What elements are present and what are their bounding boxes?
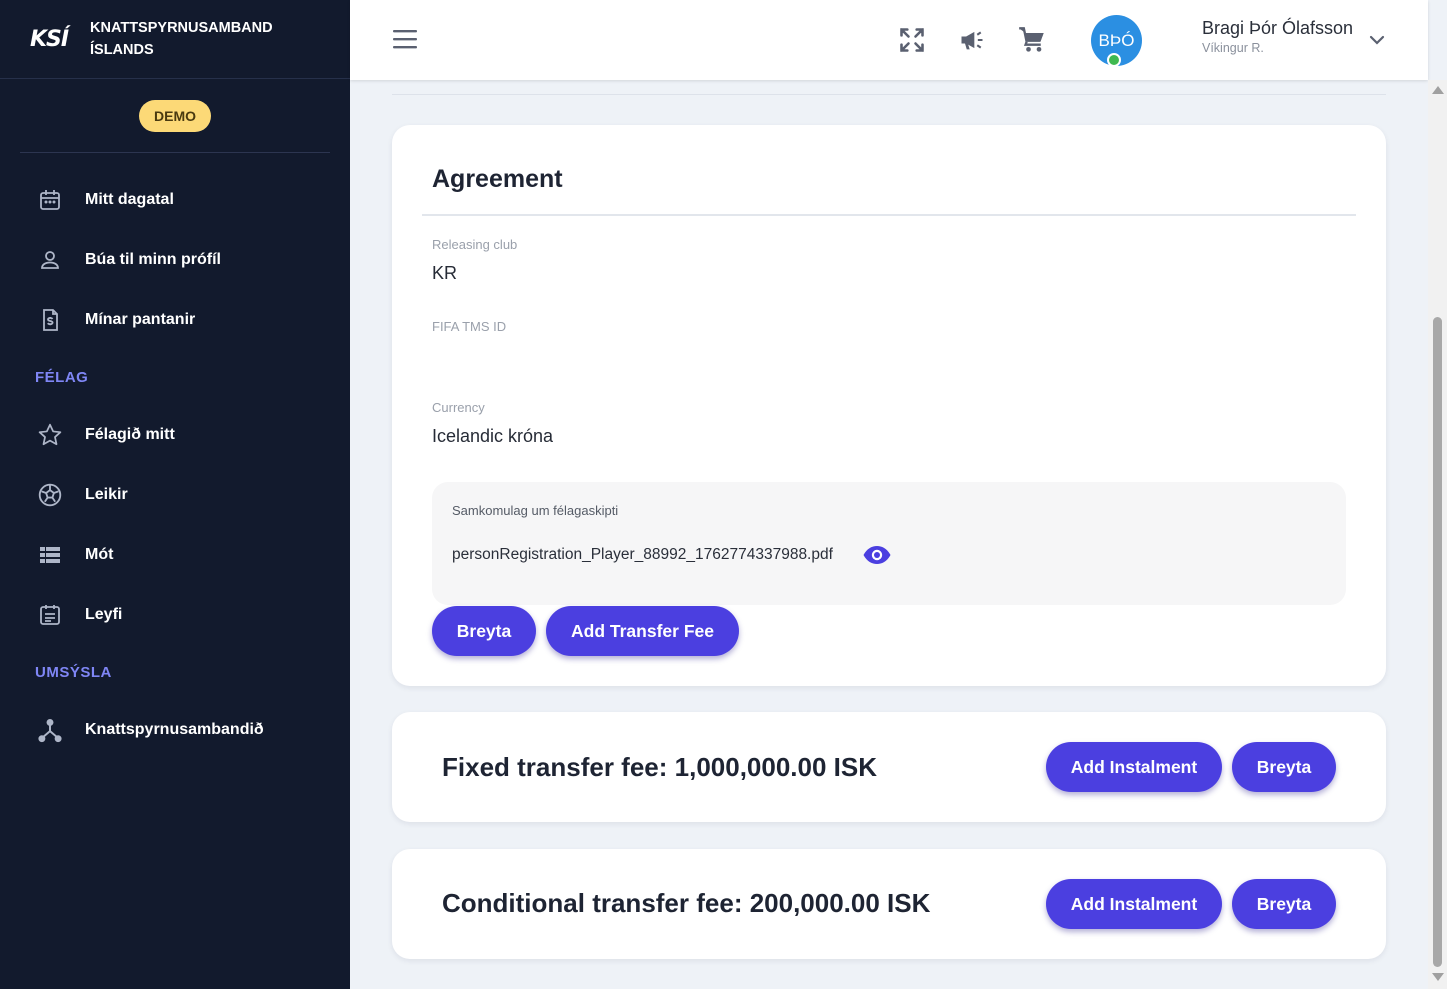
add-instalment-button[interactable]: Add Instalment (1046, 742, 1222, 792)
edit-fixed-fee-button[interactable]: Breyta (1232, 742, 1336, 792)
sidebar-item-label: Félagið mitt (85, 426, 175, 443)
chevron-down-icon[interactable] (1367, 30, 1387, 50)
scroll-up-arrow[interactable] (1432, 86, 1444, 94)
section-title-felag: FÉLAG (35, 369, 89, 386)
sidebar: KSÍ KNATTSPYRNUSAMBAND ÍSLANDS DEMO Mitt… (0, 0, 350, 989)
document-filename[interactable]: personRegistration_Player_88992_17627743… (452, 546, 833, 564)
fifa-tms-id-label: FIFA TMS ID (432, 319, 507, 334)
vertical-scrollbar[interactable] (1428, 80, 1447, 989)
currency-label: Currency (432, 400, 485, 415)
conditional-fee-title: Conditional transfer fee: 200,000.00 ISK (442, 888, 931, 918)
brand-name: KNATTSPYRNUSAMBAND ÍSLANDS (90, 17, 273, 61)
ksi-logo: KSÍ (30, 26, 69, 52)
sidebar-item-bua-til-profil[interactable]: Búa til minn prófíl (0, 230, 350, 290)
sidebar-item-leikir[interactable]: Leikir (0, 465, 350, 525)
person-icon (37, 247, 63, 273)
online-status-dot (1107, 53, 1121, 67)
fixed-fee-title: Fixed transfer fee: 1,000,000.00 ISK (442, 752, 878, 782)
edit-agreement-button[interactable]: Breyta (432, 606, 536, 656)
document-box: Samkomulag um félagaskipti personRegistr… (432, 482, 1346, 605)
fullscreen-icon[interactable] (898, 26, 926, 54)
scroll-thumb[interactable] (1433, 317, 1442, 967)
invoice-icon (37, 307, 63, 333)
brand-name-line2: ÍSLANDS (90, 42, 154, 58)
menu-icon[interactable] (393, 28, 417, 50)
megaphone-icon[interactable] (958, 26, 986, 54)
demo-section: DEMO (20, 79, 330, 153)
table-list-icon (37, 542, 63, 568)
sidebar-item-label: Leikir (85, 486, 128, 503)
top-header: BÞÓ Bragi Þór Ólafsson Víkingur R. (350, 0, 1428, 80)
sidebar-item-label: Mót (85, 546, 114, 563)
brand[interactable]: KSÍ KNATTSPYRNUSAMBAND ÍSLANDS (0, 0, 350, 79)
releasing-club-label: Releasing club (432, 237, 518, 252)
sidebar-item-felagid-mitt[interactable]: Félagið mitt (0, 405, 350, 465)
user-name[interactable]: Bragi Þór Ólafsson (1202, 18, 1353, 39)
license-icon (37, 602, 63, 628)
releasing-club-value: KR (432, 263, 458, 283)
sidebar-item-minar-pantanir[interactable]: Mínar pantanir (0, 290, 350, 350)
hierarchy-icon (37, 717, 63, 743)
sidebar-item-mot[interactable]: Mót (0, 525, 350, 585)
currency-value: Icelandic króna (432, 426, 554, 446)
divider (392, 94, 1386, 95)
user-club: Víkingur R. (1202, 41, 1264, 55)
fixed-fee-card: Fixed transfer fee: 1,000,000.00 ISK Add… (392, 712, 1386, 822)
sidebar-item-knattspyrnusambandid[interactable]: Knattspyrnusambandið (0, 700, 350, 760)
add-transfer-fee-button[interactable]: Add Transfer Fee (546, 606, 739, 656)
soccer-ball-icon (37, 482, 63, 508)
calendar-icon (37, 187, 63, 213)
document-label: Samkomulag um félagaskipti (452, 503, 619, 518)
edit-conditional-fee-button[interactable]: Breyta (1232, 879, 1336, 929)
agreement-title: Agreement (432, 165, 563, 193)
sidebar-item-label: Mitt dagatal (85, 191, 174, 208)
add-instalment-button[interactable]: Add Instalment (1046, 879, 1222, 929)
divider (422, 214, 1356, 216)
star-icon (37, 422, 63, 448)
conditional-fee-card: Conditional transfer fee: 200,000.00 ISK… (392, 849, 1386, 959)
sidebar-item-label: Búa til minn prófíl (85, 251, 221, 268)
eye-icon[interactable] (862, 544, 892, 566)
sidebar-item-label: Knattspyrnusambandið (85, 721, 264, 738)
sidebar-item-label: Leyfi (85, 606, 123, 623)
sidebar-item-label: Mínar pantanir (85, 311, 196, 328)
sidebar-nav: Mitt dagatal Búa til minn prófíl Mínar p… (0, 153, 350, 760)
cart-icon[interactable] (1018, 26, 1046, 54)
demo-badge: DEMO (139, 99, 211, 132)
sidebar-item-leyfi[interactable]: Leyfi (0, 585, 350, 645)
scroll-down-arrow[interactable] (1432, 973, 1444, 981)
section-title-umsysla: UMSÝSLA (35, 664, 112, 681)
sidebar-item-mitt-dagatal[interactable]: Mitt dagatal (0, 170, 350, 230)
brand-name-line1: KNATTSPYRNUSAMBAND (90, 20, 273, 36)
agreement-card: Agreement Releasing club KR FIFA TMS ID … (392, 125, 1386, 686)
